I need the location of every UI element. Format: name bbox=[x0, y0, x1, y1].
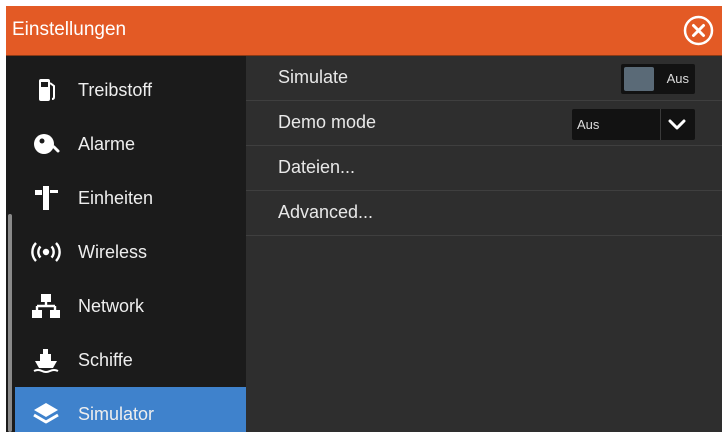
sidebar-item-schiffe[interactable]: Schiffe bbox=[15, 333, 246, 387]
sidebar-item-label: Alarme bbox=[78, 134, 136, 154]
select-divider bbox=[660, 109, 661, 140]
toggle-state: Aus bbox=[666, 71, 689, 86]
demo-mode-row: Demo mode Aus bbox=[246, 101, 722, 146]
simulate-label: Simulate bbox=[278, 67, 349, 87]
window-title: Einstellungen bbox=[12, 19, 127, 40]
settings-panel: Simulate Aus Demo mode Aus Dateien... Ad… bbox=[246, 56, 722, 432]
sidebar-item-einheiten[interactable]: Einheiten bbox=[15, 171, 246, 225]
sidebar: Treibstoff Alarme Einheiten Wireless Net… bbox=[6, 56, 256, 432]
sidebar-item-alarme[interactable]: Alarme bbox=[15, 117, 246, 171]
title-bar: Einstellungen bbox=[6, 6, 722, 56]
advanced-row[interactable]: Advanced... bbox=[246, 191, 722, 236]
sidebar-item-label: Wireless bbox=[78, 242, 148, 262]
demo-mode-label: Demo mode bbox=[278, 112, 377, 132]
files-row[interactable]: Dateien... bbox=[246, 146, 722, 191]
simulate-toggle[interactable]: Aus bbox=[621, 64, 695, 94]
sidebar-item-treibstoff[interactable]: Treibstoff bbox=[15, 63, 246, 117]
advanced-label: Advanced... bbox=[278, 202, 374, 222]
close-icon[interactable] bbox=[683, 15, 714, 46]
chevron-down-icon[interactable] bbox=[667, 117, 687, 133]
simulate-row: Simulate Aus bbox=[246, 56, 722, 101]
sidebar-item-label: Einheiten bbox=[78, 188, 154, 208]
sidebar-item-label: Treibstoff bbox=[78, 80, 153, 100]
ship-icon bbox=[33, 349, 59, 373]
demo-mode-select[interactable]: Aus bbox=[572, 109, 695, 140]
sidebar-item-simulator[interactable]: Simulator bbox=[15, 387, 256, 432]
alarm-bell-icon bbox=[34, 134, 60, 154]
toggle-knob bbox=[624, 67, 654, 91]
layers-icon bbox=[33, 403, 59, 424]
settings-window: Einstellungen Treibstoff Alarme Einheite… bbox=[6, 6, 722, 432]
sidebar-item-label: Network bbox=[78, 296, 145, 316]
sidebar-item-wireless[interactable]: Wireless bbox=[15, 225, 246, 279]
units-ruler-icon bbox=[35, 186, 58, 210]
sidebar-item-label: Schiffe bbox=[78, 350, 133, 370]
sidebar-item-label: Simulator bbox=[78, 404, 155, 424]
wireless-icon bbox=[31, 242, 61, 262]
sidebar-scrollbar[interactable] bbox=[8, 214, 12, 432]
sidebar-item-network[interactable]: Network bbox=[15, 279, 246, 333]
select-value: Aus bbox=[577, 117, 600, 132]
network-icon bbox=[32, 294, 60, 318]
fuel-pump-icon bbox=[39, 79, 55, 101]
files-label: Dateien... bbox=[278, 157, 356, 177]
screen: Einstellungen Treibstoff Alarme Einheite… bbox=[0, 0, 727, 432]
